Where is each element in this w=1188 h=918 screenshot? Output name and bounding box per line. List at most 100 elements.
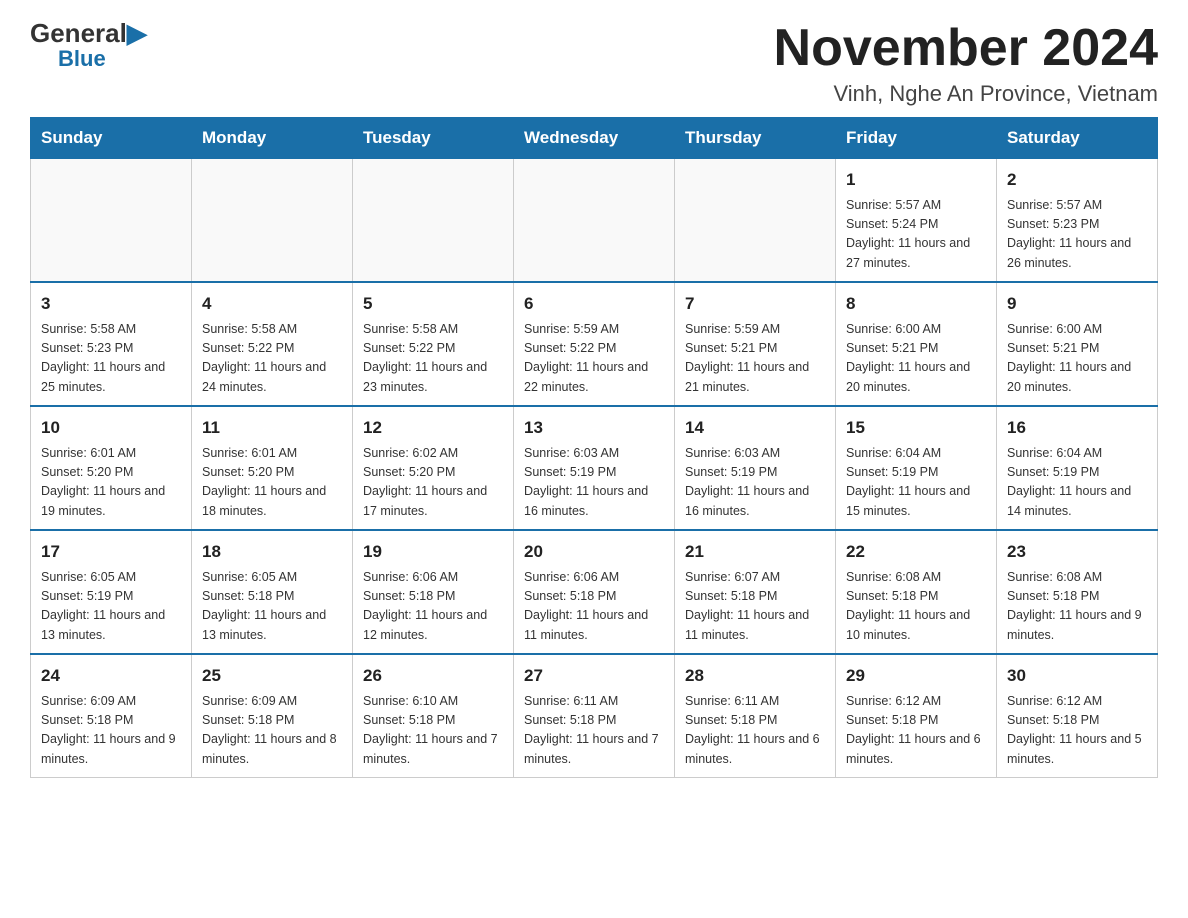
calendar-cell: 23 Sunrise: 6:08 AM Sunset: 5:18 PM Dayli… (997, 530, 1158, 654)
day-info: Sunrise: 6:04 AM Sunset: 5:19 PM Dayligh… (846, 444, 986, 522)
calendar-week-row: 3Sunrise: 5:58 AM Sunset: 5:23 PM Daylig… (31, 282, 1158, 406)
day-info: Sunrise: 6:08 AM Sunset: 5:18 PM Dayligh… (846, 568, 986, 646)
calendar-cell: 25 Sunrise: 6:09 AM Sunset: 5:18 PM Dayli… (192, 654, 353, 778)
calendar-week-row: 10 Sunrise: 6:01 AM Sunset: 5:20 PM Dayli… (31, 406, 1158, 530)
day-number: 11 (202, 415, 342, 441)
weekday-header-thursday: Thursday (675, 118, 836, 159)
day-number: 25 (202, 663, 342, 689)
day-info: Sunrise: 6:11 AM Sunset: 5:18 PM Dayligh… (685, 692, 825, 770)
day-number: 16 (1007, 415, 1147, 441)
day-info: Sunrise: 6:00 AM Sunset: 5:21 PM Dayligh… (1007, 320, 1147, 398)
calendar-cell: 8 Sunrise: 6:00 AM Sunset: 5:21 PM Daylig… (836, 282, 997, 406)
day-info: Sunrise: 6:01 AM Sunset: 5:20 PM Dayligh… (202, 444, 342, 522)
day-info: Sunrise: 6:02 AM Sunset: 5:20 PM Dayligh… (363, 444, 503, 522)
day-number: 19 (363, 539, 503, 565)
day-number: 20 (524, 539, 664, 565)
day-info: Sunrise: 6:09 AM Sunset: 5:18 PM Dayligh… (202, 692, 342, 770)
weekday-header-wednesday: Wednesday (514, 118, 675, 159)
day-number: 21 (685, 539, 825, 565)
calendar-cell: 19 Sunrise: 6:06 AM Sunset: 5:18 PM Dayli… (353, 530, 514, 654)
calendar-cell: 11 Sunrise: 6:01 AM Sunset: 5:20 PM Dayli… (192, 406, 353, 530)
location: Vinh, Nghe An Province, Vietnam (774, 81, 1158, 107)
day-info: Sunrise: 6:10 AM Sunset: 5:18 PM Dayligh… (363, 692, 503, 770)
day-number: 1 (846, 167, 986, 193)
calendar-cell (675, 159, 836, 283)
day-number: 17 (41, 539, 181, 565)
day-info: Sunrise: 6:00 AM Sunset: 5:21 PM Dayligh… (846, 320, 986, 398)
calendar-cell: 15 Sunrise: 6:04 AM Sunset: 5:19 PM Dayli… (836, 406, 997, 530)
day-number: 3 (41, 291, 181, 317)
day-info: Sunrise: 5:57 AM Sunset: 5:23 PM Dayligh… (1007, 196, 1147, 274)
day-number: 5 (363, 291, 503, 317)
calendar-cell: 14 Sunrise: 6:03 AM Sunset: 5:19 PM Dayli… (675, 406, 836, 530)
day-number: 15 (846, 415, 986, 441)
day-info: Sunrise: 6:12 AM Sunset: 5:18 PM Dayligh… (1007, 692, 1147, 770)
calendar-header-row: SundayMondayTuesdayWednesdayThursdayFrid… (31, 118, 1158, 159)
day-number: 24 (41, 663, 181, 689)
logo: General▶ Blue (30, 20, 147, 72)
calendar-table: SundayMondayTuesdayWednesdayThursdayFrid… (30, 117, 1158, 778)
day-info: Sunrise: 6:06 AM Sunset: 5:18 PM Dayligh… (363, 568, 503, 646)
day-number: 29 (846, 663, 986, 689)
day-number: 18 (202, 539, 342, 565)
calendar-cell: 6 Sunrise: 5:59 AM Sunset: 5:22 PM Daylig… (514, 282, 675, 406)
day-info: Sunrise: 6:09 AM Sunset: 5:18 PM Dayligh… (41, 692, 181, 770)
calendar-cell: 9 Sunrise: 6:00 AM Sunset: 5:21 PM Daylig… (997, 282, 1158, 406)
calendar-cell: 1 Sunrise: 5:57 AM Sunset: 5:24 PM Daylig… (836, 159, 997, 283)
calendar-cell: 29 Sunrise: 6:12 AM Sunset: 5:18 PM Dayli… (836, 654, 997, 778)
calendar-cell: 30Sunrise: 6:12 AM Sunset: 5:18 PM Dayli… (997, 654, 1158, 778)
day-info: Sunrise: 5:59 AM Sunset: 5:21 PM Dayligh… (685, 320, 825, 398)
weekday-header-saturday: Saturday (997, 118, 1158, 159)
day-number: 23 (1007, 539, 1147, 565)
calendar-cell: 22 Sunrise: 6:08 AM Sunset: 5:18 PM Dayli… (836, 530, 997, 654)
day-number: 22 (846, 539, 986, 565)
month-title: November 2024 (774, 20, 1158, 77)
day-number: 26 (363, 663, 503, 689)
calendar-week-row: 17 Sunrise: 6:05 AM Sunset: 5:19 PM Dayli… (31, 530, 1158, 654)
calendar-cell: 5Sunrise: 5:58 AM Sunset: 5:22 PM Daylig… (353, 282, 514, 406)
calendar-week-row: 1 Sunrise: 5:57 AM Sunset: 5:24 PM Daylig… (31, 159, 1158, 283)
day-number: 9 (1007, 291, 1147, 317)
calendar-cell: 26 Sunrise: 6:10 AM Sunset: 5:18 PM Dayli… (353, 654, 514, 778)
calendar-cell (31, 159, 192, 283)
day-info: Sunrise: 6:03 AM Sunset: 5:19 PM Dayligh… (685, 444, 825, 522)
calendar-cell (514, 159, 675, 283)
day-number: 7 (685, 291, 825, 317)
day-info: Sunrise: 5:57 AM Sunset: 5:24 PM Dayligh… (846, 196, 986, 274)
calendar-cell: 28 Sunrise: 6:11 AM Sunset: 5:18 PM Dayli… (675, 654, 836, 778)
day-info: Sunrise: 6:12 AM Sunset: 5:18 PM Dayligh… (846, 692, 986, 770)
calendar-cell: 17 Sunrise: 6:05 AM Sunset: 5:19 PM Dayli… (31, 530, 192, 654)
day-number: 28 (685, 663, 825, 689)
calendar-cell: 2Sunrise: 5:57 AM Sunset: 5:23 PM Daylig… (997, 159, 1158, 283)
day-info: Sunrise: 5:59 AM Sunset: 5:22 PM Dayligh… (524, 320, 664, 398)
day-number: 4 (202, 291, 342, 317)
day-number: 14 (685, 415, 825, 441)
day-info: Sunrise: 6:04 AM Sunset: 5:19 PM Dayligh… (1007, 444, 1147, 522)
logo-general-text: General▶ (30, 20, 147, 46)
day-number: 13 (524, 415, 664, 441)
weekday-header-sunday: Sunday (31, 118, 192, 159)
calendar-cell (353, 159, 514, 283)
day-info: Sunrise: 6:06 AM Sunset: 5:18 PM Dayligh… (524, 568, 664, 646)
day-info: Sunrise: 6:11 AM Sunset: 5:18 PM Dayligh… (524, 692, 664, 770)
day-info: Sunrise: 5:58 AM Sunset: 5:22 PM Dayligh… (202, 320, 342, 398)
calendar-cell: 4 Sunrise: 5:58 AM Sunset: 5:22 PM Daylig… (192, 282, 353, 406)
day-info: Sunrise: 6:03 AM Sunset: 5:19 PM Dayligh… (524, 444, 664, 522)
day-number: 6 (524, 291, 664, 317)
calendar-cell: 20 Sunrise: 6:06 AM Sunset: 5:18 PM Dayli… (514, 530, 675, 654)
calendar-cell: 21Sunrise: 6:07 AM Sunset: 5:18 PM Dayli… (675, 530, 836, 654)
day-number: 8 (846, 291, 986, 317)
calendar-cell: 12Sunrise: 6:02 AM Sunset: 5:20 PM Dayli… (353, 406, 514, 530)
day-info: Sunrise: 6:08 AM Sunset: 5:18 PM Dayligh… (1007, 568, 1147, 646)
calendar-cell: 13 Sunrise: 6:03 AM Sunset: 5:19 PM Dayli… (514, 406, 675, 530)
calendar-cell: 27Sunrise: 6:11 AM Sunset: 5:18 PM Dayli… (514, 654, 675, 778)
day-info: Sunrise: 6:05 AM Sunset: 5:19 PM Dayligh… (41, 568, 181, 646)
day-number: 10 (41, 415, 181, 441)
calendar-cell: 24 Sunrise: 6:09 AM Sunset: 5:18 PM Dayli… (31, 654, 192, 778)
calendar-cell: 7 Sunrise: 5:59 AM Sunset: 5:21 PM Daylig… (675, 282, 836, 406)
calendar-cell (192, 159, 353, 283)
weekday-header-friday: Friday (836, 118, 997, 159)
calendar-cell: 3Sunrise: 5:58 AM Sunset: 5:23 PM Daylig… (31, 282, 192, 406)
title-section: November 2024 Vinh, Nghe An Province, Vi… (774, 20, 1158, 107)
calendar-week-row: 24 Sunrise: 6:09 AM Sunset: 5:18 PM Dayli… (31, 654, 1158, 778)
